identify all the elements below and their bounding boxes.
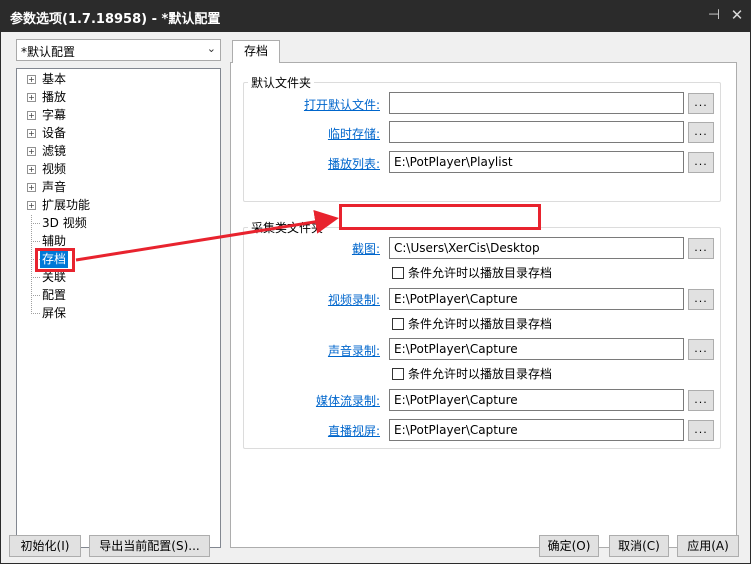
highlight-box-storage bbox=[35, 248, 75, 272]
title-bar: 参数选项(1.7.18958) - *默认配置 ⊣ ✕ bbox=[0, 0, 751, 32]
tree-item-label: 配置 bbox=[42, 288, 67, 302]
browse-button[interactable]: ... bbox=[688, 238, 714, 259]
checkbox-label: 条件允许时以播放目录存档 bbox=[408, 317, 553, 331]
expand-icon[interactable]: + bbox=[27, 129, 36, 138]
stream-record-link[interactable]: 媒体流录制: bbox=[250, 392, 380, 409]
live-screen-input[interactable]: E:\PotPlayer\Capture bbox=[389, 419, 684, 441]
chevron-down-icon: ⌄ bbox=[206, 42, 216, 55]
expand-icon[interactable]: + bbox=[27, 93, 36, 102]
browse-button[interactable]: ... bbox=[688, 420, 714, 441]
screenshot-playdir-checkbox[interactable]: 条件允许时以播放目录存档 bbox=[392, 264, 552, 281]
profile-dropdown-value: *默认配置 bbox=[21, 45, 76, 59]
tab-storage[interactable]: 存档 bbox=[232, 40, 280, 63]
profile-dropdown[interactable]: *默认配置 ⌄ bbox=[16, 39, 221, 61]
expand-icon[interactable]: + bbox=[27, 183, 36, 192]
export-config-button[interactable]: 导出当前配置(S)... bbox=[89, 535, 210, 557]
tree-item-label: 屏保 bbox=[42, 306, 67, 320]
browse-button[interactable]: ... bbox=[688, 339, 714, 360]
tree-line bbox=[31, 223, 40, 224]
tree-line bbox=[31, 277, 40, 278]
expand-icon[interactable]: + bbox=[27, 201, 36, 210]
browse-button[interactable]: ... bbox=[688, 152, 714, 173]
playlist-input[interactable]: E:\PotPlayer\Playlist bbox=[389, 151, 684, 173]
close-icon[interactable]: ✕ bbox=[729, 7, 745, 23]
tree-item-label: 播放 bbox=[42, 90, 67, 104]
live-screen-link[interactable]: 直播视屏: bbox=[250, 422, 380, 439]
video-record-link[interactable]: 视频录制: bbox=[250, 291, 380, 308]
tree-item-label: 设备 bbox=[42, 126, 67, 140]
stream-record-input[interactable]: E:\PotPlayer\Capture bbox=[389, 389, 684, 411]
tree-line bbox=[31, 241, 40, 242]
temp-storage-input[interactable] bbox=[389, 121, 684, 143]
tree-item-label: 视频 bbox=[42, 162, 67, 176]
open-default-file-link[interactable]: 打开默认文件: bbox=[250, 96, 380, 113]
pin-icon[interactable]: ⊣ bbox=[706, 7, 722, 23]
expand-icon[interactable]: + bbox=[27, 165, 36, 174]
capture-folders-title: 采集类文件夹 bbox=[248, 219, 327, 236]
settings-tree: + 基本 + 播放 + 字幕 + 设备 + 滤镜 + 视频 + 声音 + 扩展功 bbox=[16, 68, 221, 548]
ok-button[interactable]: 确定(O) bbox=[539, 535, 599, 557]
expand-icon[interactable]: + bbox=[27, 75, 36, 84]
tree-item-label: 滤镜 bbox=[42, 144, 67, 158]
tree-line bbox=[31, 295, 40, 296]
browse-button[interactable]: ... bbox=[688, 390, 714, 411]
screenshot-link[interactable]: 截图: bbox=[250, 240, 380, 257]
tree-item-label: 字幕 bbox=[42, 108, 67, 122]
browse-button[interactable]: ... bbox=[688, 93, 714, 114]
expand-icon[interactable]: + bbox=[27, 111, 36, 120]
apply-button[interactable]: 应用(A) bbox=[677, 535, 739, 557]
checkbox-box[interactable] bbox=[392, 318, 404, 330]
window-title: 参数选项(1.7.18958) - *默认配置 bbox=[10, 12, 221, 27]
video-playdir-checkbox[interactable]: 条件允许时以播放目录存档 bbox=[392, 315, 552, 332]
storage-tab-panel: 默认文件夹 打开默认文件: ... 临时存储: ... 播放列表: E:\Pot… bbox=[230, 62, 737, 548]
tree-line bbox=[31, 313, 40, 314]
tree-item-label: 扩展功能 bbox=[42, 198, 91, 212]
checkbox-box[interactable] bbox=[392, 368, 404, 380]
temp-storage-link[interactable]: 临时存储: bbox=[250, 125, 380, 142]
browse-button[interactable]: ... bbox=[688, 122, 714, 143]
highlight-box-screenshot bbox=[339, 204, 541, 230]
open-default-file-input[interactable] bbox=[389, 92, 684, 114]
tree-item-label: 基本 bbox=[42, 72, 67, 86]
audio-playdir-checkbox[interactable]: 条件允许时以播放目录存档 bbox=[392, 365, 552, 382]
cancel-button[interactable]: 取消(C) bbox=[609, 535, 669, 557]
dialog-body: *默认配置 ⌄ + 基本 + 播放 + 字幕 + 设备 + 滤镜 + 视频 + bbox=[1, 32, 750, 563]
checkbox-label: 条件允许时以播放目录存档 bbox=[408, 266, 553, 280]
expand-icon[interactable]: + bbox=[27, 147, 36, 156]
initialize-button[interactable]: 初始化(I) bbox=[9, 535, 81, 557]
playlist-link[interactable]: 播放列表: bbox=[250, 155, 380, 172]
video-record-input[interactable]: E:\PotPlayer\Capture bbox=[389, 288, 684, 310]
screenshot-input[interactable]: C:\Users\XerCis\Desktop bbox=[389, 237, 684, 259]
browse-button[interactable]: ... bbox=[688, 289, 714, 310]
tree-item-label: 3D 视频 bbox=[42, 216, 87, 230]
default-folders-title: 默认文件夹 bbox=[248, 74, 315, 91]
audio-record-link[interactable]: 声音录制: bbox=[250, 342, 380, 359]
tree-item-label: 声音 bbox=[42, 180, 67, 194]
checkbox-label: 条件允许时以播放目录存档 bbox=[408, 367, 553, 381]
audio-record-input[interactable]: E:\PotPlayer\Capture bbox=[389, 338, 684, 360]
checkbox-box[interactable] bbox=[392, 267, 404, 279]
